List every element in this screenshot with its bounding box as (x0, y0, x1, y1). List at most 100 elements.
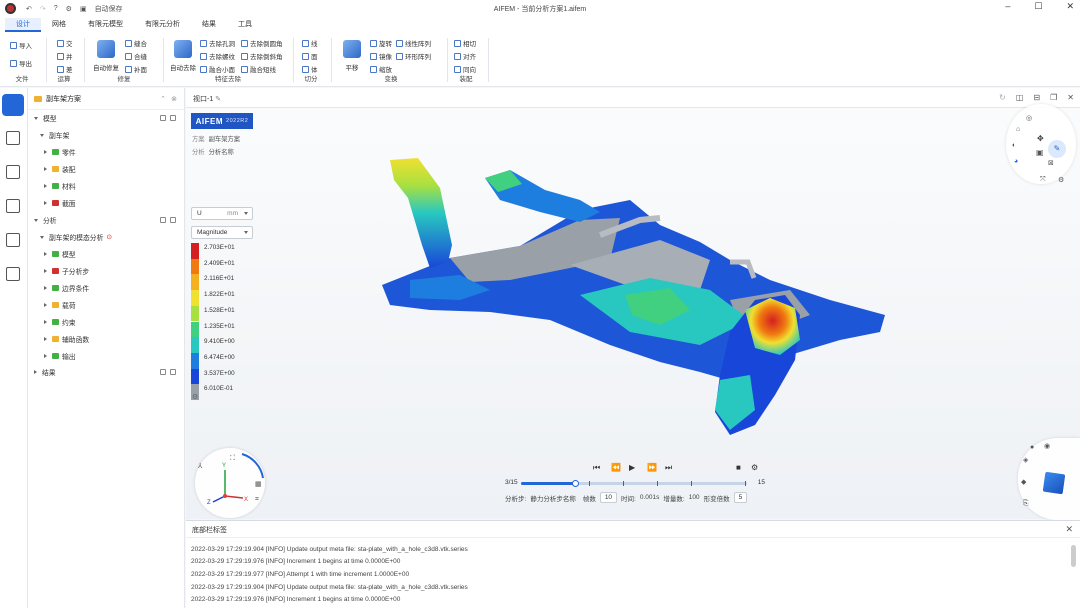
import-data-icon[interactable] (6, 199, 20, 213)
tree-item-materials[interactable]: 材料 (44, 179, 76, 193)
tangent-button[interactable]: 相切 (454, 38, 476, 48)
tree-item-parts[interactable]: 零件 (44, 145, 76, 159)
tree-item-results[interactable]: 结果 (34, 365, 56, 379)
settings-icon[interactable]: ⚙ (66, 5, 72, 13)
export-button[interactable]: 导出 (10, 58, 32, 68)
material-icon[interactable]: ◆ (1021, 478, 1026, 486)
play-icon[interactable]: ▶ (629, 463, 635, 472)
auto-repair-button[interactable]: 自动修复 (90, 40, 122, 72)
timeline-handle[interactable] (571, 479, 579, 487)
export-view-icon[interactable]: ⎘ (1023, 500, 1029, 508)
tree-item-modal-analysis[interactable]: 副车架的模态分析 ⊙ (40, 230, 112, 244)
tab-tools[interactable]: 工具 (227, 18, 263, 32)
player-settings-icon[interactable]: ⚙ (751, 463, 758, 472)
pan-icon[interactable]: ✥ (1037, 134, 1044, 143)
import-button[interactable]: 导入 (10, 40, 32, 50)
maximize-button[interactable]: ☐ (1034, 1, 1042, 12)
skip-start-icon[interactable]: ⏮ (593, 463, 600, 473)
tree-item-subframe[interactable]: 副车架 (40, 128, 69, 142)
tree-item-boundary[interactable]: 边界条件 (44, 281, 89, 295)
folder-icon[interactable] (6, 233, 20, 247)
remove-threads-button[interactable]: 去除螺纹 (200, 51, 235, 61)
align-button[interactable]: 对齐 (454, 51, 476, 61)
refresh-icon[interactable]: ↻ (999, 93, 1006, 102)
split-vertical-icon[interactable]: ◫ (1016, 93, 1024, 102)
restore-icon[interactable]: ❐ (1050, 93, 1057, 102)
collapse-icon[interactable]: ⌃ (160, 95, 166, 103)
cut-line-button[interactable]: 线 (302, 38, 318, 48)
stitch-button[interactable]: 缝合 (125, 38, 147, 48)
options-icon[interactable] (170, 369, 176, 375)
tab-fe-model[interactable]: 有限元模型 (77, 18, 134, 32)
tree-item-analysis-section[interactable]: 分析 (34, 213, 57, 227)
folder-add-icon[interactable] (160, 369, 166, 375)
rotate-button[interactable]: 旋转 (370, 38, 392, 48)
tree-item-model-section[interactable]: 模型 (34, 111, 57, 125)
tree-item-sections[interactable]: 截面 (44, 196, 76, 210)
viewport-close-icon[interactable]: ✕ (1067, 93, 1074, 102)
navigation-ring[interactable]: ◎ ⌂ ◐ ◕ ✥ ▣ ✎ ⊠ ⤧ ⚙ (1006, 104, 1076, 184)
database-icon[interactable] (6, 165, 20, 179)
circular-array-button[interactable]: 环形阵列 (396, 51, 431, 61)
gear-icon[interactable]: ⚙ (1058, 176, 1064, 184)
render-mode-icon[interactable]: ◕ (1014, 158, 1018, 165)
screenshot-icon[interactable]: ⊠ (1048, 159, 1054, 167)
translate-button[interactable]: 平移 (336, 40, 368, 72)
viewport-tab[interactable]: 视口-1 ✎ (193, 94, 221, 104)
edit-icon[interactable]: ✎ (215, 96, 221, 103)
step-back-icon[interactable]: ⏪ (611, 463, 621, 472)
remove-fillets-button[interactable]: 去除倒圆角 (241, 38, 283, 48)
console-scrollbar[interactable] (1071, 545, 1076, 567)
section-icon[interactable]: ▣ (1036, 148, 1044, 157)
tree-close-icon[interactable]: ⊗ (171, 95, 177, 103)
deform-scale-input[interactable]: 5 (733, 492, 748, 503)
cut-face-button[interactable]: 面 (302, 51, 318, 61)
options-icon[interactable] (170, 217, 176, 223)
tree-item-aux-function[interactable]: 辅助函数 (44, 332, 89, 346)
tab-fe-analysis[interactable]: 有限元分析 (134, 18, 191, 32)
intersect-button[interactable]: 交 (57, 38, 73, 48)
model-tree-icon[interactable] (2, 94, 24, 116)
tools-icon[interactable] (6, 267, 20, 281)
step-forward-icon[interactable]: ⏩ (647, 463, 657, 472)
tab-design[interactable]: 设计 (5, 18, 41, 32)
tree-item-substep[interactable]: 子分析步 (44, 264, 89, 278)
console-close-icon[interactable]: ✕ (1065, 524, 1073, 535)
add-icon[interactable] (160, 115, 166, 121)
report-icon[interactable] (6, 131, 20, 145)
frames-input[interactable]: 10 (599, 492, 618, 503)
skip-end-icon[interactable]: ⏭ (665, 463, 672, 473)
autosave-label[interactable]: 自动保存 (95, 4, 123, 14)
variable-select[interactable]: Umm (191, 207, 253, 220)
legend-settings-icon[interactable]: ⚙ (192, 393, 198, 401)
tree-item-load[interactable]: 载荷 (44, 298, 76, 312)
subframe-3d-model[interactable] (370, 150, 900, 450)
shading-icon[interactable]: ◐ (1012, 142, 1016, 149)
undo-icon[interactable]: ↶ (26, 5, 32, 13)
paint-icon[interactable]: ◈ (1023, 456, 1028, 464)
tab-mesh[interactable]: 网格 (41, 18, 77, 32)
tree-item-output[interactable]: 输出 (44, 349, 76, 363)
linear-array-button[interactable]: 线性阵列 (396, 38, 431, 48)
merge-seam-button[interactable]: 合缝 (125, 51, 147, 61)
orbit-icon[interactable]: ◎ (1026, 114, 1032, 122)
light-icon[interactable]: ◉ (1044, 442, 1050, 450)
options-icon[interactable] (170, 115, 176, 121)
union-button[interactable]: 并 (57, 51, 73, 61)
auto-remove-button[interactable]: 自动去除 (167, 40, 199, 72)
remove-chamfers-button[interactable]: 去除倒斜角 (241, 51, 283, 61)
tree-item-constraint[interactable]: 约束 (44, 315, 76, 329)
save-icon[interactable]: ▣ (80, 5, 87, 13)
help-icon[interactable]: ? (54, 5, 58, 12)
timeline-slider[interactable] (521, 479, 747, 487)
tree-item-assembly[interactable]: 装配 (44, 162, 76, 176)
redo-icon[interactable]: ↷ (40, 5, 46, 13)
axis-gizmo[interactable]: Y X Z ⅄ ⛶ ▦ ⌗ (195, 448, 265, 518)
split-horizontal-icon[interactable]: ⊟ (1033, 93, 1040, 102)
add-icon[interactable] (160, 217, 166, 223)
tab-results[interactable]: 结果 (191, 18, 227, 32)
record-icon[interactable]: ■ (736, 463, 741, 472)
remove-holes-button[interactable]: 去除孔洞 (200, 38, 235, 48)
home-view-icon[interactable]: ⌂ (1016, 126, 1020, 133)
color-palette-icon[interactable]: ● (1030, 444, 1034, 451)
